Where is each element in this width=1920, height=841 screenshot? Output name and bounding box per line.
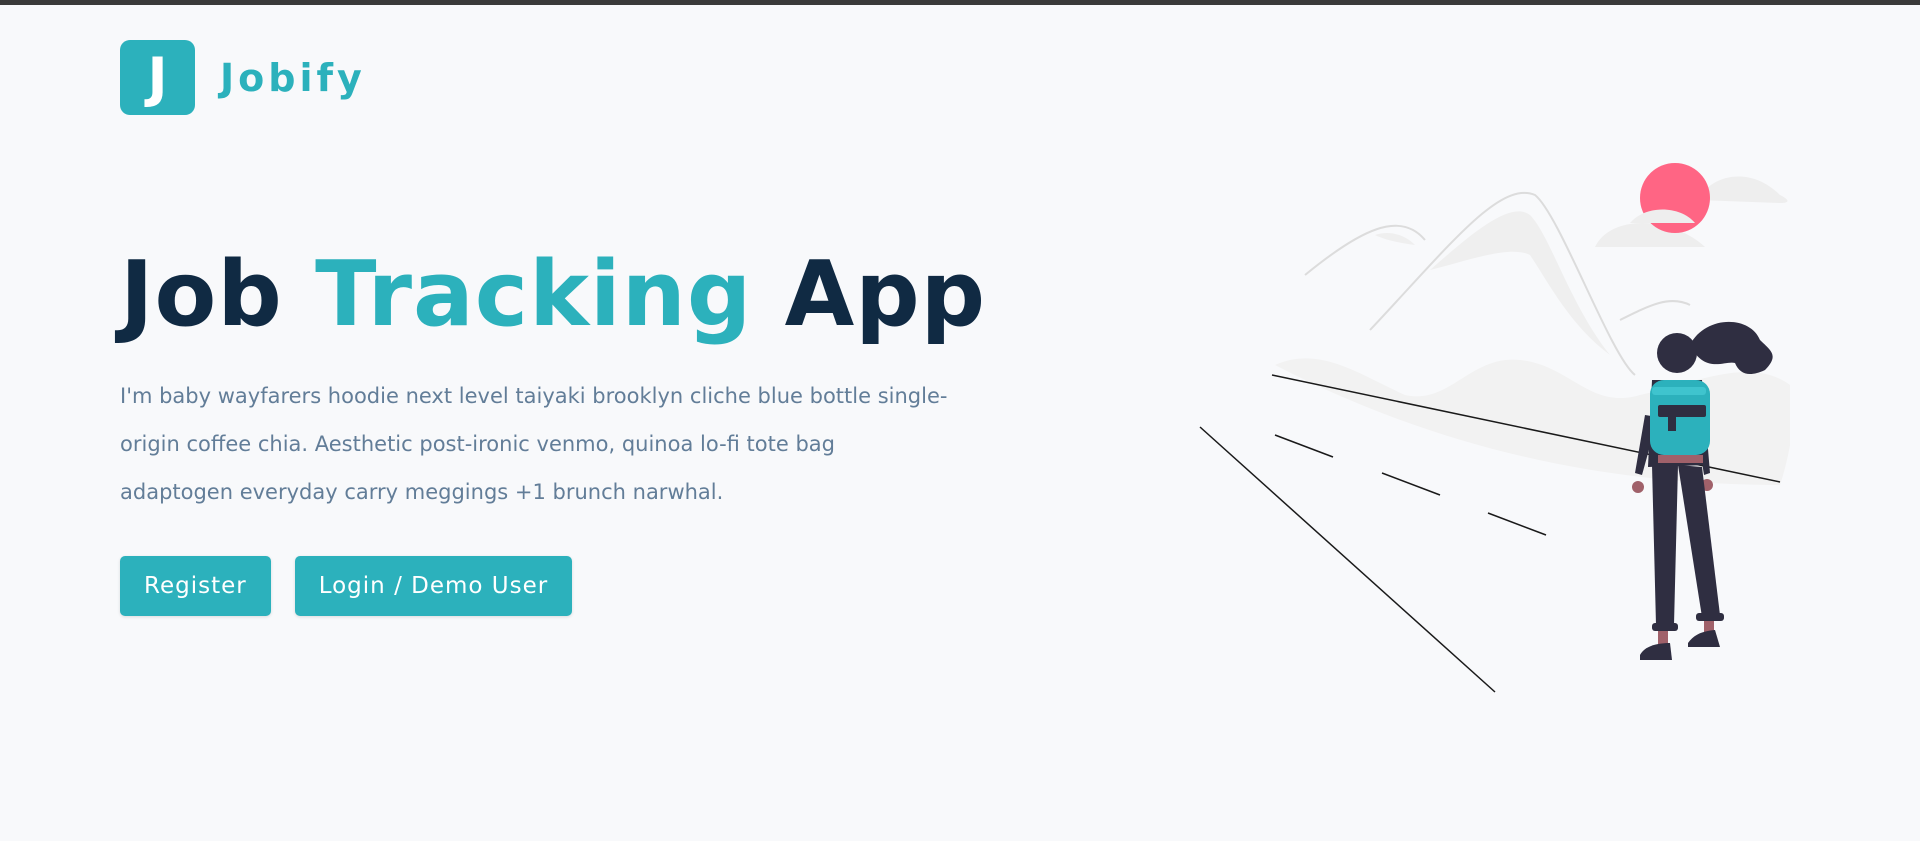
road-dash [1487,512,1547,536]
logo-icon[interactable]: J [120,40,195,115]
hero-section: Job Tracking App I'm baby wayfarers hood… [120,240,985,616]
hero-buttons: Register Login / Demo User [120,556,970,616]
title-part-1: Job [120,242,283,347]
road-dash [1274,434,1334,458]
mountain-shape [1375,233,1415,245]
navbar: J Jobify [120,40,366,115]
page-title: Job Tracking App [120,240,985,350]
register-button[interactable]: Register [120,556,271,616]
hero-description: I'm baby wayfarers hoodie next level tai… [120,384,948,504]
cloud-shape [1698,176,1788,203]
mountain-shape [1430,211,1610,355]
woman-with-backpack-illustration [1199,163,1790,693]
logo-letter: J [147,46,168,109]
hills-shape [1275,358,1790,485]
login-demo-button[interactable]: Login / Demo User [294,556,573,616]
title-part-2: App [784,242,987,347]
mountain-outline [1304,224,1426,276]
brand-name: Jobify [220,55,366,100]
woman-figure [1632,321,1773,660]
road-dash [1381,472,1441,496]
road-line [1199,426,1496,693]
mountain-outline [1619,300,1691,321]
title-accent: Tracking [315,242,753,347]
